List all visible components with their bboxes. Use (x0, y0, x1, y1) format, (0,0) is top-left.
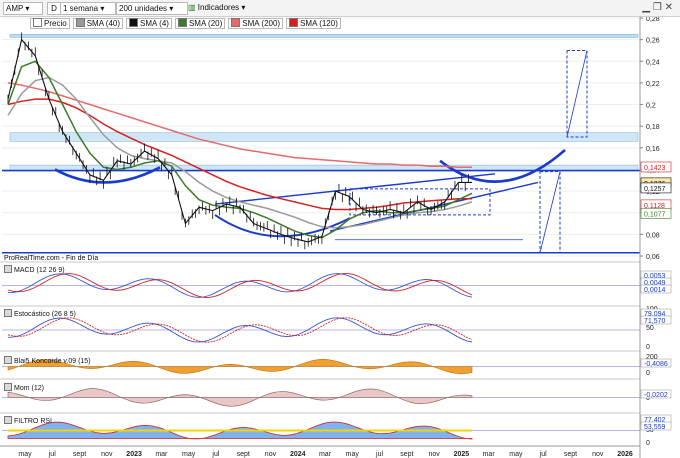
rsi-label: FILTRO RSI (4, 416, 52, 426)
blai5-label: Blai5 Koncorde v.09 (15) (4, 356, 91, 366)
restore-icon[interactable]: ❐ (653, 2, 662, 13)
price-zone (9, 33, 639, 38)
chart-legend: Precio SMA (40) SMA (4) SMA (20) SMA (200) SM… (30, 18, 344, 29)
price-tick-label: 0,18 (646, 124, 660, 131)
price-tags: 0,14230,12760,12570,11280,1077 (640, 161, 672, 219)
time-tick-label: nov (265, 451, 277, 458)
price-tick-label: 0,28 (646, 16, 660, 23)
panel-value-text: -0,4086 (644, 361, 668, 368)
legend-label: SMA (200) (242, 19, 281, 28)
time-tick-label: sept (73, 451, 86, 458)
time-tick-label: nov (101, 451, 113, 458)
legend-item[interactable]: SMA (120) (286, 18, 341, 29)
legend-item[interactable]: SMA (40) (72, 18, 124, 29)
panel-tick-label: 50 (646, 325, 654, 332)
price-tick-label: 0,26 (646, 38, 660, 45)
price-tick-label: 0,22 (646, 81, 660, 88)
time-tick-label: may (18, 451, 32, 458)
price-chart[interactable]: 0,00530,00490,001410050079,09471,5702000… (0, 0, 680, 458)
period-selector[interactable]: 1 semana ▾ (60, 2, 116, 15)
time-tick-label: may (346, 451, 360, 458)
legend-swatch (75, 18, 85, 27)
time-tick-label: jul (539, 451, 547, 458)
minimize-icon[interactable]: ▁ (642, 2, 650, 13)
legend-item[interactable]: SMA (200) (228, 18, 284, 29)
time-tick-label: mar (155, 451, 168, 458)
legend-swatch (177, 18, 187, 27)
legend-label: SMA (20) (188, 19, 223, 28)
legend-swatch (289, 18, 299, 27)
price-tick-label: 0,06 (646, 254, 660, 261)
source-note: ProRealTime.com - Fin de Día (4, 255, 99, 262)
mom-label: Mom (12) (4, 383, 44, 393)
legend-label: SMA (120) (300, 19, 338, 28)
time-tick-label: may (509, 451, 523, 458)
time-tick-label: mar (319, 451, 332, 458)
panel-value-text: 71,570 (644, 318, 666, 325)
time-tick-label: sept (237, 451, 250, 458)
time-tick-label: sept (400, 451, 413, 458)
toolbar: AMP ▾ D 1 semana ▾ 200 unidades ▾ ▥ Indi… (0, 0, 680, 29)
period-key-button[interactable]: D (47, 2, 61, 15)
time-tick-label: 2025 (454, 451, 470, 458)
price-zone (9, 132, 639, 142)
price-tag-text: 0,1257 (644, 186, 666, 193)
panel-tick-label: 0 (646, 370, 650, 377)
legend-label: SMA (40) (86, 19, 121, 28)
price-tick-label: 0,08 (646, 232, 660, 239)
legend-item[interactable]: SMA (20) (174, 18, 226, 29)
legend-swatch (33, 18, 42, 27)
price-tag-text: 0,1423 (644, 165, 666, 172)
indicators-icon: ▥ (188, 3, 196, 12)
symbol-selector[interactable]: AMP ▾ (3, 2, 43, 15)
legend-swatch (231, 18, 241, 27)
time-tick-label: may (182, 451, 196, 458)
panel-value-text: -0,0202 (644, 392, 668, 399)
legend-label: Precio (44, 19, 67, 28)
window-controls: ▁ ❐ ✕ (613, 2, 673, 13)
legend-item[interactable]: SMA (4) (126, 18, 172, 29)
panel-tick-label: 0 (646, 344, 650, 351)
panel-tick-label: 0 (646, 440, 650, 447)
time-tick-label: jul (375, 451, 383, 458)
time-tick-label: nov (428, 451, 440, 458)
legend-item[interactable]: Precio (30, 18, 70, 29)
panel-value-text: 0,0014 (644, 287, 666, 294)
time-tick-label: 2024 (290, 451, 306, 458)
legend-label: SMA (4) (140, 19, 169, 28)
panel-value-text: 53,559 (644, 424, 666, 431)
units-selector[interactable]: 200 unidades ▾ (116, 2, 188, 15)
time-tick-label: sept (564, 451, 577, 458)
indicators-button[interactable]: ▥ Indicadores ▾ (188, 2, 245, 13)
legend-swatch (129, 18, 139, 27)
price-tick-label: 0,2 (646, 103, 656, 110)
time-tick-label: 2023 (126, 451, 142, 458)
stoch-label: Estocástico (26 8 5) (4, 309, 76, 319)
time-tick-label: mar (483, 451, 496, 458)
price-tick-label: 0,16 (646, 146, 660, 153)
price-tag-text: 0,1077 (644, 211, 666, 218)
price-tick-label: 0,24 (646, 59, 660, 66)
time-tick-label: 2026 (617, 451, 633, 458)
macd-label: MACD (12 26 9) (4, 265, 65, 275)
time-tick-label: nov (592, 451, 604, 458)
time-tick-label: jul (211, 451, 219, 458)
close-icon[interactable]: ✕ (665, 2, 673, 13)
time-tick-label: jul (48, 451, 56, 458)
